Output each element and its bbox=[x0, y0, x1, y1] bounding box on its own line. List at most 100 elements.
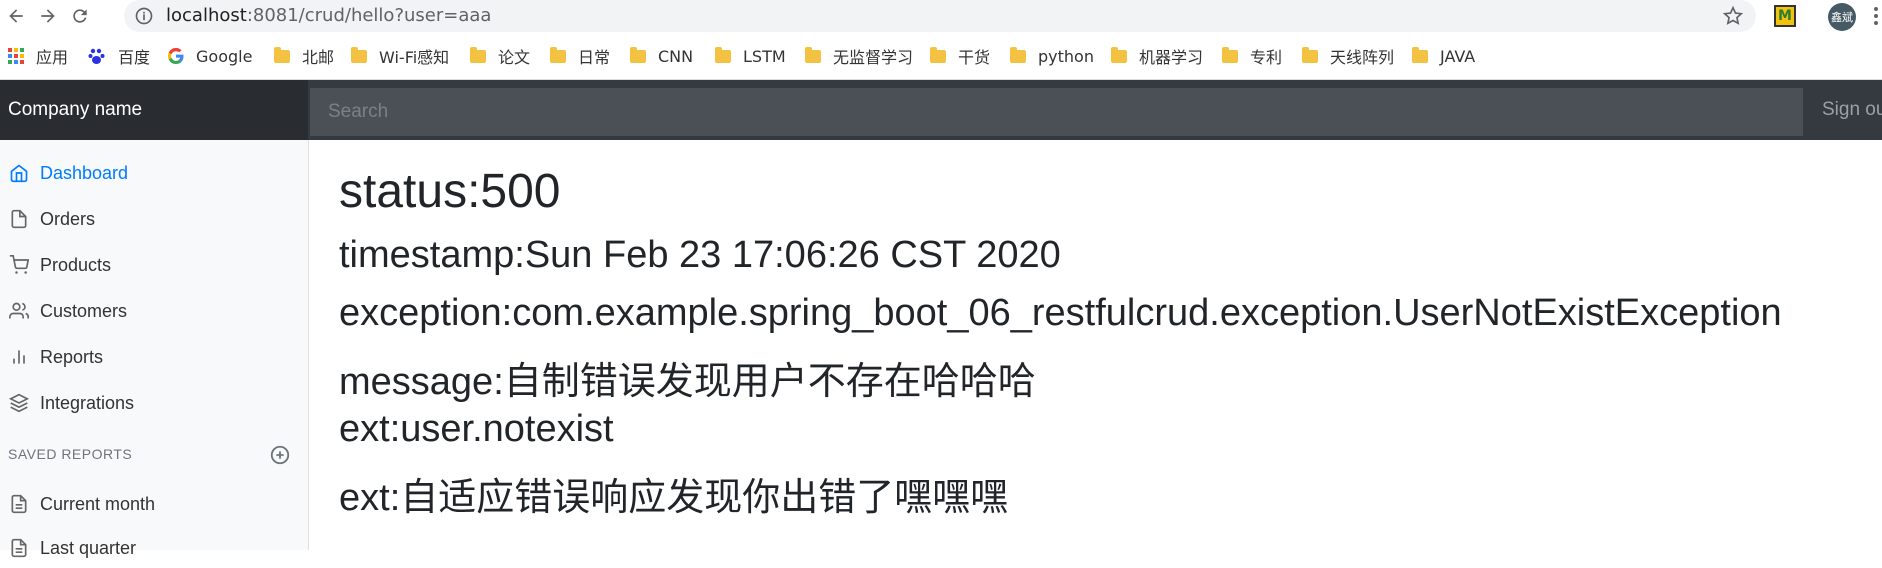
error-timestamp: timestamp:Sun Feb 23 17:06:26 CST 2020 bbox=[339, 234, 1061, 276]
profile-avatar[interactable]: 鑫斌 bbox=[1828, 3, 1856, 31]
bookmark-label: JAVA bbox=[1440, 46, 1476, 66]
top-navbar: Company name Sign ou bbox=[0, 80, 1882, 140]
sign-out-link[interactable]: Sign ou bbox=[1822, 80, 1882, 140]
bookmark-folder[interactable]: 北邮 bbox=[274, 44, 334, 68]
bookmark-folder[interactable]: 论文 bbox=[470, 44, 530, 68]
bookmark-label: CNN bbox=[658, 46, 694, 66]
star-icon[interactable] bbox=[1722, 5, 1744, 27]
google-g-icon bbox=[168, 48, 184, 64]
bookmark-folder[interactable]: python bbox=[1010, 44, 1094, 68]
bookmark-folder[interactable]: 专利 bbox=[1222, 44, 1282, 68]
apps-grid-icon bbox=[8, 48, 24, 64]
folder-icon bbox=[274, 46, 290, 63]
bar-chart-icon bbox=[8, 346, 30, 368]
folder-icon bbox=[1302, 46, 1318, 63]
bookmark-label: 日常 bbox=[578, 48, 611, 67]
error-exception: exception:com.example.spring_boot_06_res… bbox=[339, 292, 1782, 334]
browser-toolbar: localhost:8081/crud/hello?user=aaa M 鑫斌 bbox=[0, 0, 1882, 32]
file-icon bbox=[8, 208, 30, 230]
sidebar-item-current-month[interactable]: Current month bbox=[0, 484, 308, 524]
folder-icon bbox=[1412, 46, 1428, 63]
bookmark-label: 干货 bbox=[958, 48, 991, 67]
folder-icon bbox=[470, 46, 486, 63]
file-text-icon bbox=[8, 537, 30, 559]
folder-icon bbox=[1222, 46, 1238, 63]
sidebar-item-customers[interactable]: Customers bbox=[0, 291, 308, 331]
bookmark-folder[interactable]: 无监督学习 bbox=[805, 44, 913, 68]
bookmark-label: 论文 bbox=[498, 48, 531, 67]
url-text[interactable]: localhost:8081/crud/hello?user=aaa bbox=[166, 0, 491, 32]
sidebar-item-integrations[interactable]: Integrations bbox=[0, 383, 308, 423]
bookmarks-bar: 应用 百度 Google 北邮 Wi-Fi感知 论文 日常 CNN LSTM 无… bbox=[0, 40, 1882, 72]
bookmark-google[interactable]: Google bbox=[168, 44, 252, 68]
folder-icon bbox=[715, 46, 731, 63]
sidebar-item-label: Reports bbox=[40, 346, 104, 367]
bookmark-label: 专利 bbox=[1250, 48, 1283, 67]
sidebar-item-label: Orders bbox=[40, 208, 96, 229]
folder-icon bbox=[930, 46, 946, 63]
brand-name[interactable]: Company name bbox=[0, 80, 308, 140]
baidu-paw-icon bbox=[88, 48, 105, 64]
bookmark-folder[interactable]: 天线阵列 bbox=[1302, 44, 1394, 68]
reload-icon bbox=[73, 9, 87, 23]
bookmark-label: 天线阵列 bbox=[1330, 48, 1395, 67]
bookmark-apps[interactable]: 应用 bbox=[8, 44, 68, 68]
url-path: :8081/crud/hello?user=aaa bbox=[246, 5, 492, 26]
shopping-cart-icon bbox=[8, 254, 30, 276]
bookmark-baidu[interactable]: 百度 bbox=[88, 44, 150, 68]
error-ext-code: ext:user.notexist bbox=[339, 408, 614, 450]
error-ext-message: ext:自适应错误响应发现你出错了嘿嘿嘿 bbox=[339, 477, 1009, 519]
sidebar-item-orders[interactable]: Orders bbox=[0, 199, 308, 239]
home-icon bbox=[8, 162, 30, 184]
menu-kebab-icon[interactable] bbox=[1870, 4, 1882, 28]
url-host: localhost bbox=[166, 5, 247, 26]
sidebar-item-label: Dashboard bbox=[40, 162, 129, 183]
search-input[interactable] bbox=[310, 88, 1803, 136]
bookmark-folder[interactable]: 日常 bbox=[550, 44, 610, 68]
sidebar-item-reports[interactable]: Reports bbox=[0, 337, 308, 377]
error-status-heading: status:500 bbox=[339, 165, 561, 218]
folder-icon bbox=[1111, 46, 1127, 63]
saved-reports-heading: SAVED REPORTS bbox=[8, 446, 133, 462]
folder-icon bbox=[351, 46, 367, 63]
address-bar[interactable]: localhost:8081/crud/hello?user=aaa bbox=[124, 0, 1756, 32]
plus-circle-icon[interactable] bbox=[269, 444, 291, 466]
bookmark-folder[interactable]: 干货 bbox=[930, 44, 990, 68]
forward-button[interactable] bbox=[34, 2, 62, 30]
extension-m-icon[interactable]: M bbox=[1774, 5, 1796, 27]
sidebar-item-label: Products bbox=[40, 254, 112, 275]
bookmark-folder[interactable]: LSTM bbox=[715, 44, 786, 68]
reload-button[interactable] bbox=[66, 2, 94, 30]
forward-arrow-icon bbox=[41, 9, 55, 23]
sidebar-item-label: Last quarter bbox=[40, 537, 137, 558]
bookmark-folder[interactable]: JAVA bbox=[1412, 44, 1475, 68]
sidebar-item-label: Customers bbox=[40, 300, 128, 321]
sidebar-item-label: Current month bbox=[40, 493, 156, 514]
bookmark-label: Google bbox=[196, 46, 253, 66]
bookmark-label: 北邮 bbox=[302, 48, 335, 67]
sidebar-item-products[interactable]: Products bbox=[0, 245, 308, 285]
folder-icon bbox=[630, 46, 646, 63]
bookmark-folder[interactable]: 机器学习 bbox=[1111, 44, 1203, 68]
bookmark-label: 无监督学习 bbox=[833, 48, 914, 67]
sidebar: Dashboard Orders Products Customers Repo… bbox=[0, 140, 309, 558]
file-text-icon bbox=[8, 493, 30, 515]
sidebar-item-dashboard[interactable]: Dashboard bbox=[0, 153, 308, 193]
bookmark-label: python bbox=[1038, 46, 1094, 66]
bookmark-label: Wi-Fi感知 bbox=[379, 48, 450, 67]
bookmark-label: 应用 bbox=[36, 48, 69, 67]
sidebar-item-last-quarter[interactable]: Last quarter bbox=[0, 528, 308, 568]
bookmark-label: 机器学习 bbox=[1139, 48, 1204, 67]
sidebar-item-label: Integrations bbox=[40, 392, 135, 413]
users-icon bbox=[8, 300, 30, 322]
folder-icon bbox=[805, 46, 821, 63]
back-button[interactable] bbox=[2, 2, 30, 30]
bookmark-folder[interactable]: CNN bbox=[630, 44, 693, 68]
bookmark-label: LSTM bbox=[743, 46, 786, 66]
bookmark-label: 百度 bbox=[118, 48, 151, 67]
layers-icon bbox=[8, 392, 30, 414]
info-icon[interactable] bbox=[134, 6, 154, 26]
folder-icon bbox=[550, 46, 566, 63]
main-content: status:500 timestamp:Sun Feb 23 17:06:26… bbox=[339, 140, 1882, 550]
bookmark-folder[interactable]: Wi-Fi感知 bbox=[351, 44, 449, 68]
